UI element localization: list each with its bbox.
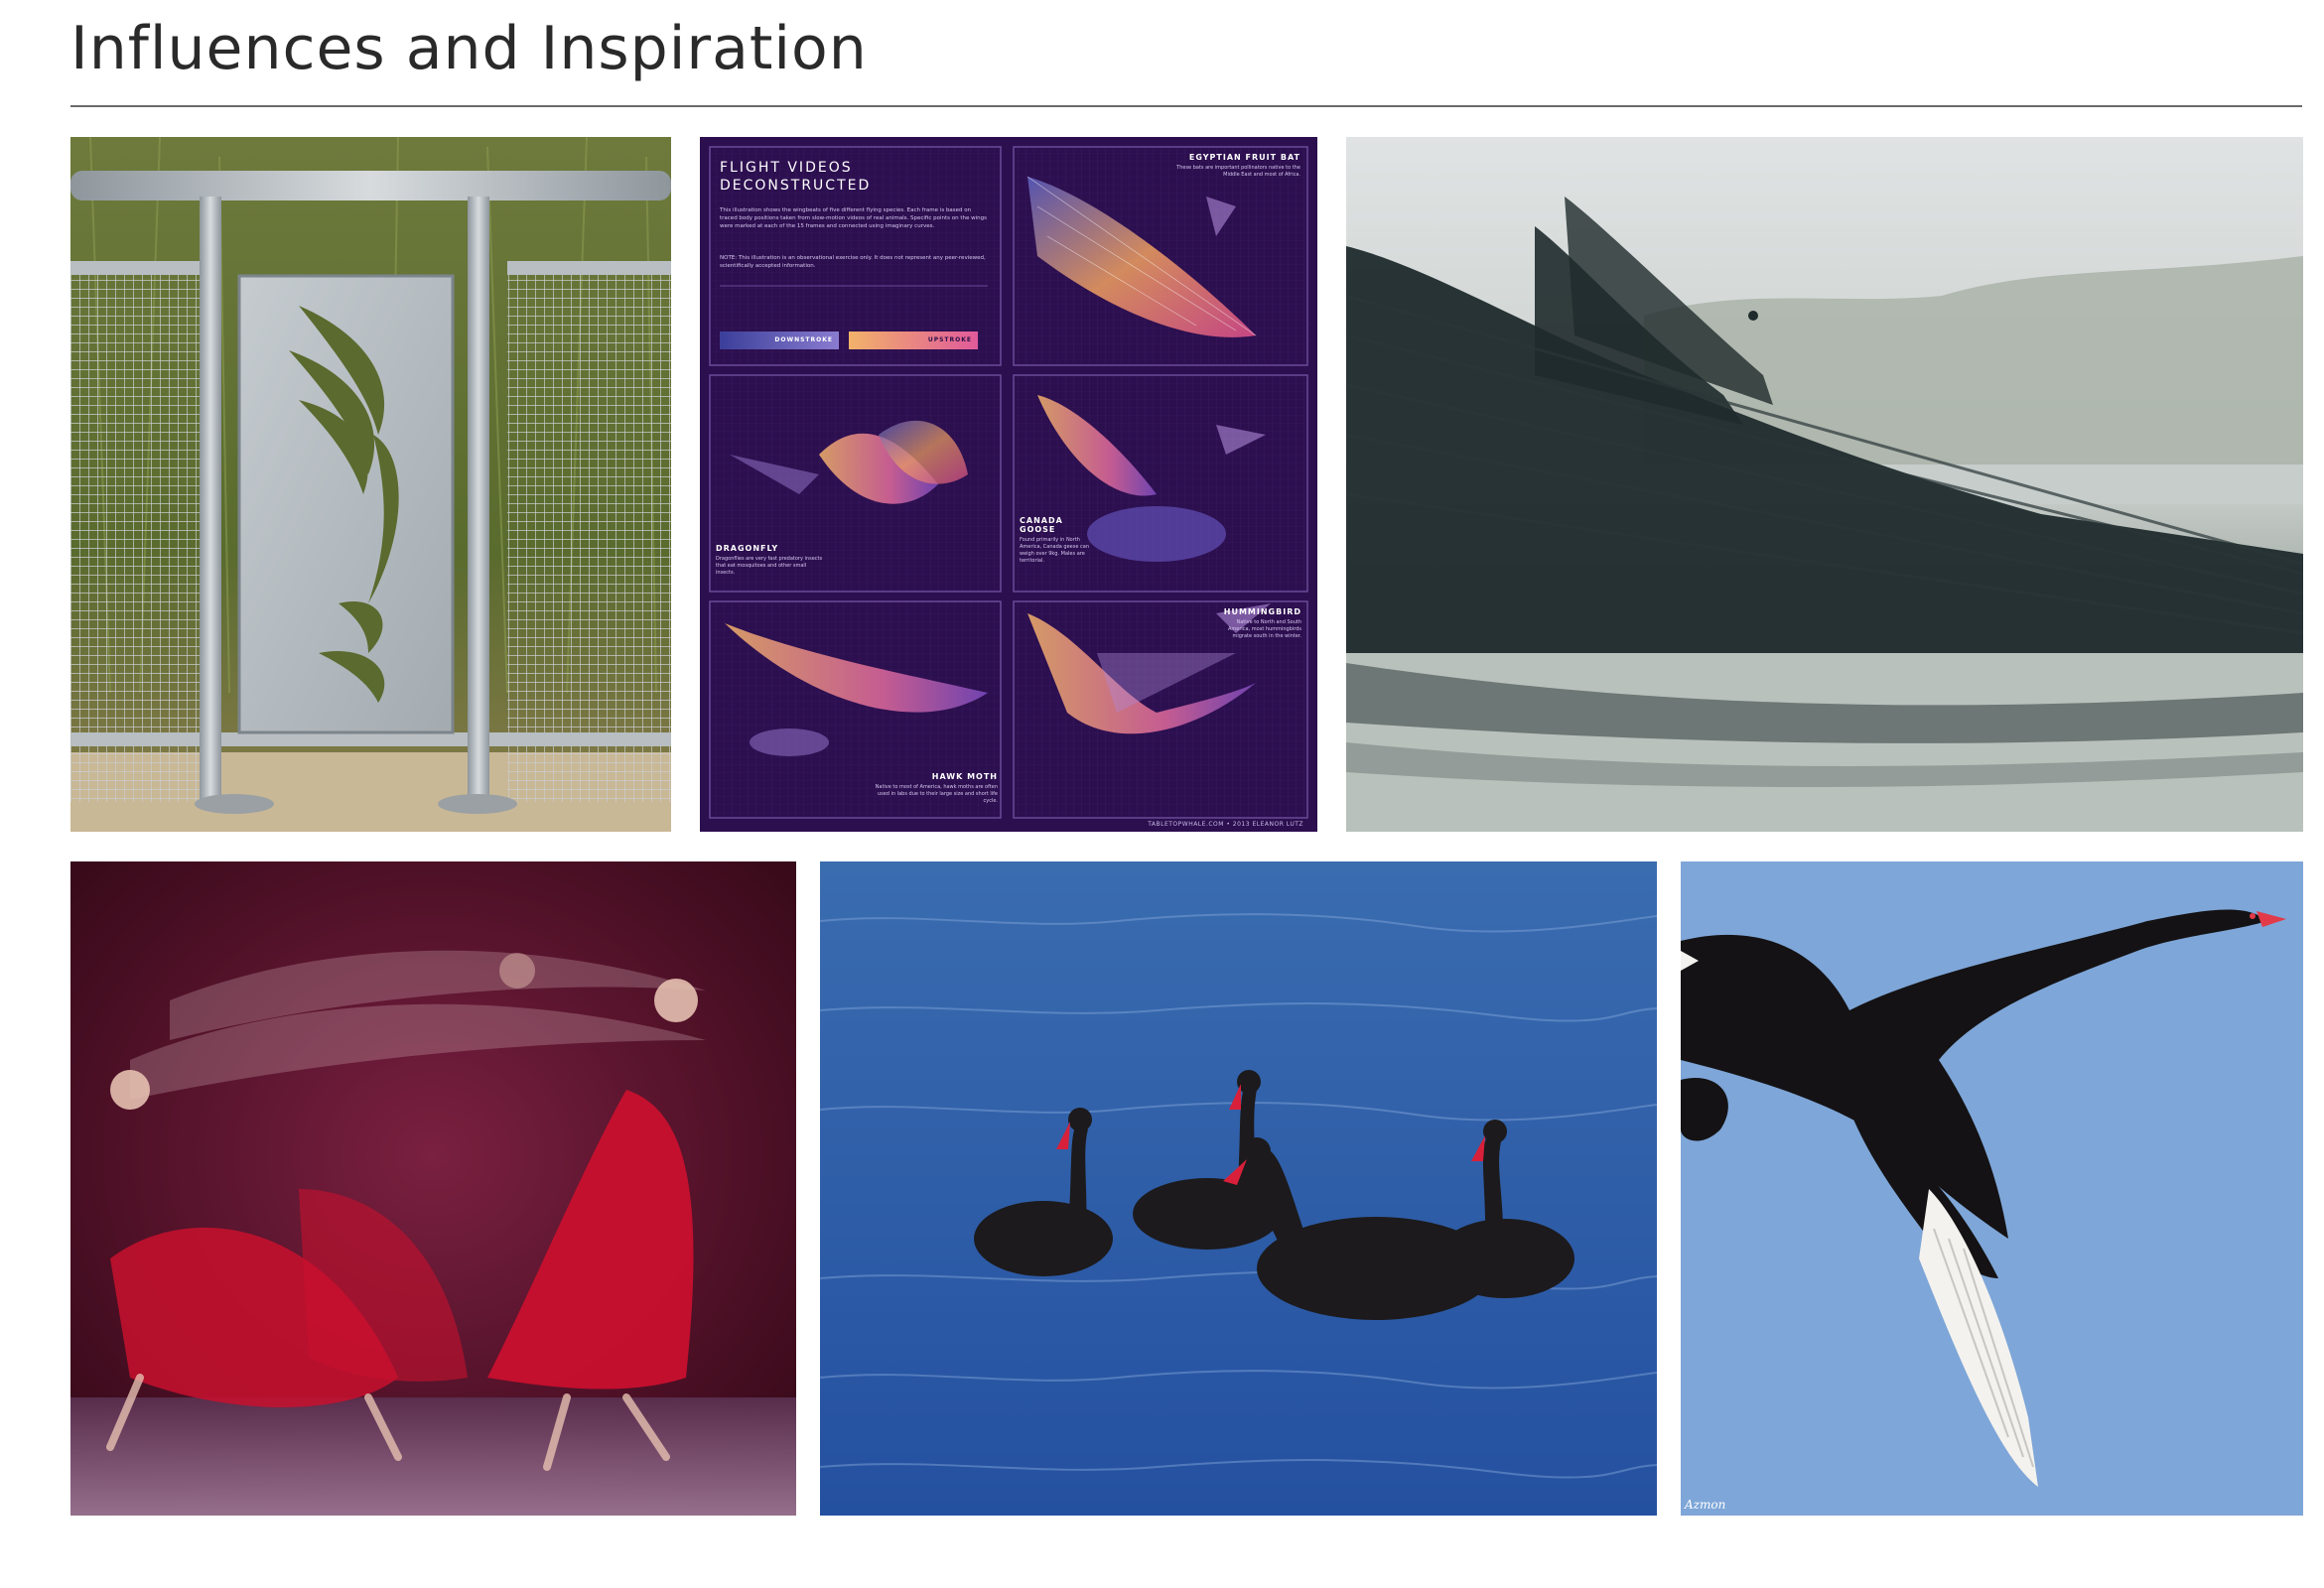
species-hummingbird: HUMMINGBIRD Native to North and South Am… — [1216, 607, 1301, 640]
infographic-title-line2: DECONSTRUCTED — [720, 178, 872, 194]
black-swans-swimming-image — [820, 861, 1657, 1516]
infographic-footer: TABLETOPWHALE.COM • 2013 ELEANOR LUTZ — [1148, 821, 1303, 828]
bird-flight-motion-image — [1346, 137, 2303, 832]
infographic-intro: This illustration shows the wingbeats of… — [720, 207, 988, 229]
infographic-title-line1: FLIGHT VIDEOS — [720, 160, 853, 176]
species-name: EGYPTIAN FRUIT BAT — [1188, 153, 1300, 162]
upstroke-label: UPSTROKE — [927, 336, 972, 343]
species-goose: CANADA GOOSE Found primarily in North Am… — [1020, 516, 1099, 565]
infographic-title: FLIGHT VIDEOS DECONSTRUCTED — [720, 159, 871, 195]
species-name: DRAGONFLY — [716, 544, 779, 553]
species-name: HAWK MOTH — [931, 772, 998, 781]
title-divider — [70, 105, 2302, 107]
species-name: CANADA GOOSE — [1020, 516, 1063, 534]
flying-black-swan-image: Azmon — [1681, 861, 2303, 1516]
upstroke-legend: UPSTROKE — [849, 331, 978, 349]
species-desc: Dragonflies are very fast predatory inse… — [716, 556, 823, 576]
downstroke-legend: DOWNSTROKE — [720, 331, 839, 349]
photo-watermark: Azmon — [1685, 1498, 1726, 1512]
species-bat: EGYPTIAN FRUIT BAT These bats are import… — [1166, 153, 1300, 179]
species-dragonfly: DRAGONFLY Dragonflies are very fast pred… — [716, 544, 825, 577]
species-name: HUMMINGBIRD — [1223, 607, 1301, 616]
flight-infographic: FLIGHT VIDEOS DECONSTRUCTED This illustr… — [700, 137, 1317, 832]
page-title: Influences and Inspiration — [70, 14, 868, 83]
species-desc: Native to North and South America, most … — [1227, 619, 1301, 639]
species-desc: Native to most of America, hawk moths ar… — [875, 784, 998, 804]
species-hawkmoth: HAWK MOTH Native to most of America, haw… — [874, 772, 998, 805]
infographic-note: NOTE: This illustration is an observatio… — [720, 255, 986, 269]
species-desc: Found primarily in North America, Canada… — [1020, 537, 1089, 564]
downstroke-label: DOWNSTROKE — [774, 336, 833, 343]
species-desc: These bats are important pollinators nat… — [1176, 165, 1300, 178]
dancers-motion-blur-image — [70, 861, 796, 1516]
railing-bird-cutout-image — [70, 137, 671, 832]
